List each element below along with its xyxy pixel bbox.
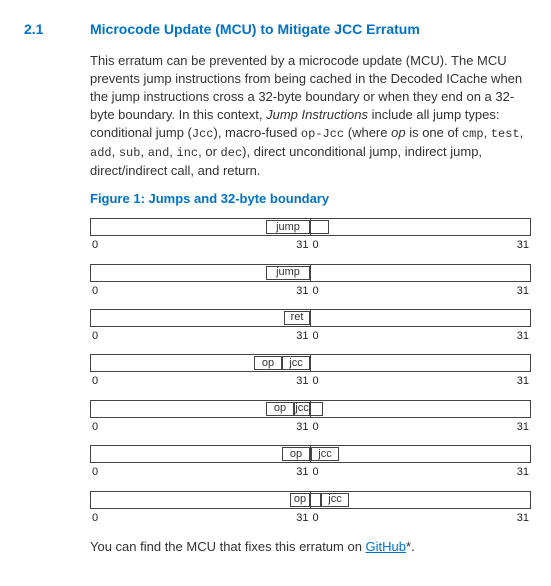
tick-label: 31 (517, 374, 529, 389)
figure-diagram: jump 0 31 0 31 jump (90, 218, 531, 526)
diagram-row: ret 0 31 0 31 (90, 309, 531, 344)
body-text: , (484, 125, 491, 140)
tick-label: 31 (517, 284, 529, 299)
tick-label: 31 (296, 420, 308, 435)
tick-label: 31 (517, 329, 529, 344)
tick-label: 0 (313, 329, 319, 344)
footnote-paragraph: You can find the MCU that fixes this err… (90, 538, 531, 556)
instr-jump: jump (266, 266, 310, 280)
footnote-text: You can find the MCU that fixes this err… (90, 539, 366, 554)
section-number: 2.1 (24, 20, 90, 40)
body-text: , or (198, 144, 220, 159)
tick-label: 0 (92, 238, 98, 253)
tick-label: 0 (313, 238, 319, 253)
tick-label: 0 (313, 420, 319, 435)
code-token: Jcc (192, 127, 214, 141)
body-text: , (140, 144, 147, 159)
body-text: , (520, 125, 524, 140)
diagram-row: op jcc 0 31 0 31 (90, 491, 531, 526)
diagram-row: op jcc 0 31 0 31 (90, 445, 531, 480)
tick-label: 31 (296, 374, 308, 389)
tick-label: 0 (313, 284, 319, 299)
body-italic: op (391, 125, 405, 140)
body-text: , (112, 144, 119, 159)
code-token: op-Jcc (301, 127, 344, 141)
diagram-row: op jcc 0 31 0 31 (90, 354, 531, 389)
code-token: and (148, 146, 170, 160)
tick-label: 31 (296, 238, 308, 253)
instr-op: op (254, 356, 282, 370)
code-token: inc (177, 146, 199, 160)
tick-label: 0 (313, 465, 319, 480)
tick-label: 31 (296, 511, 308, 526)
diagram-row: op jcc 0 31 0 31 (90, 400, 531, 435)
instr-op-tail (311, 493, 321, 507)
footnote-text: *. (406, 539, 415, 554)
diagram-row: jump 0 31 0 31 (90, 218, 531, 253)
instr-jcc: jcc (282, 356, 310, 370)
tick-label: 31 (296, 329, 308, 344)
body-paragraph: This erratum can be prevented by a micro… (90, 52, 531, 181)
instr-op: op (266, 402, 294, 416)
body-text: is one of (406, 125, 462, 140)
instr-op: op (282, 447, 310, 461)
tick-label: 31 (517, 420, 529, 435)
tick-label: 0 (313, 511, 319, 526)
tick-label: 31 (517, 511, 529, 526)
code-token: test (491, 127, 520, 141)
tick-label: 0 (92, 284, 98, 299)
body-text: (where (344, 125, 391, 140)
body-italic: Jump Instructions (266, 107, 368, 122)
instr-op-head: op (290, 493, 310, 507)
instr-ret: ret (284, 311, 310, 325)
figure-caption: Figure 1: Jumps and 32-byte boundary (90, 190, 531, 208)
instr-jcc: jcc (311, 447, 339, 461)
tick-label: 31 (296, 284, 308, 299)
instr-jcc: jcc (321, 493, 349, 507)
tick-label: 0 (313, 374, 319, 389)
tick-label: 0 (92, 329, 98, 344)
tick-label: 31 (296, 465, 308, 480)
section-heading: Microcode Update (MCU) to Mitigate JCC E… (90, 20, 531, 40)
tick-label: 31 (517, 465, 529, 480)
tick-label: 0 (92, 511, 98, 526)
instr-jump: jump (266, 220, 310, 234)
code-token: dec (221, 146, 243, 160)
code-token: cmp (462, 127, 484, 141)
tick-label: 0 (92, 374, 98, 389)
instr-tail (311, 402, 323, 416)
code-token: add (90, 146, 112, 160)
instr-jcc-head: jcc (294, 402, 310, 416)
github-link[interactable]: GitHub (366, 539, 406, 554)
body-text: , (169, 144, 176, 159)
diagram-row: jump 0 31 0 31 (90, 264, 531, 299)
body-text: ), macro-fused (214, 125, 301, 140)
tick-label: 0 (92, 465, 98, 480)
tick-label: 31 (517, 238, 529, 253)
tick-label: 0 (92, 420, 98, 435)
instr-tail (311, 220, 329, 234)
code-token: sub (119, 146, 141, 160)
